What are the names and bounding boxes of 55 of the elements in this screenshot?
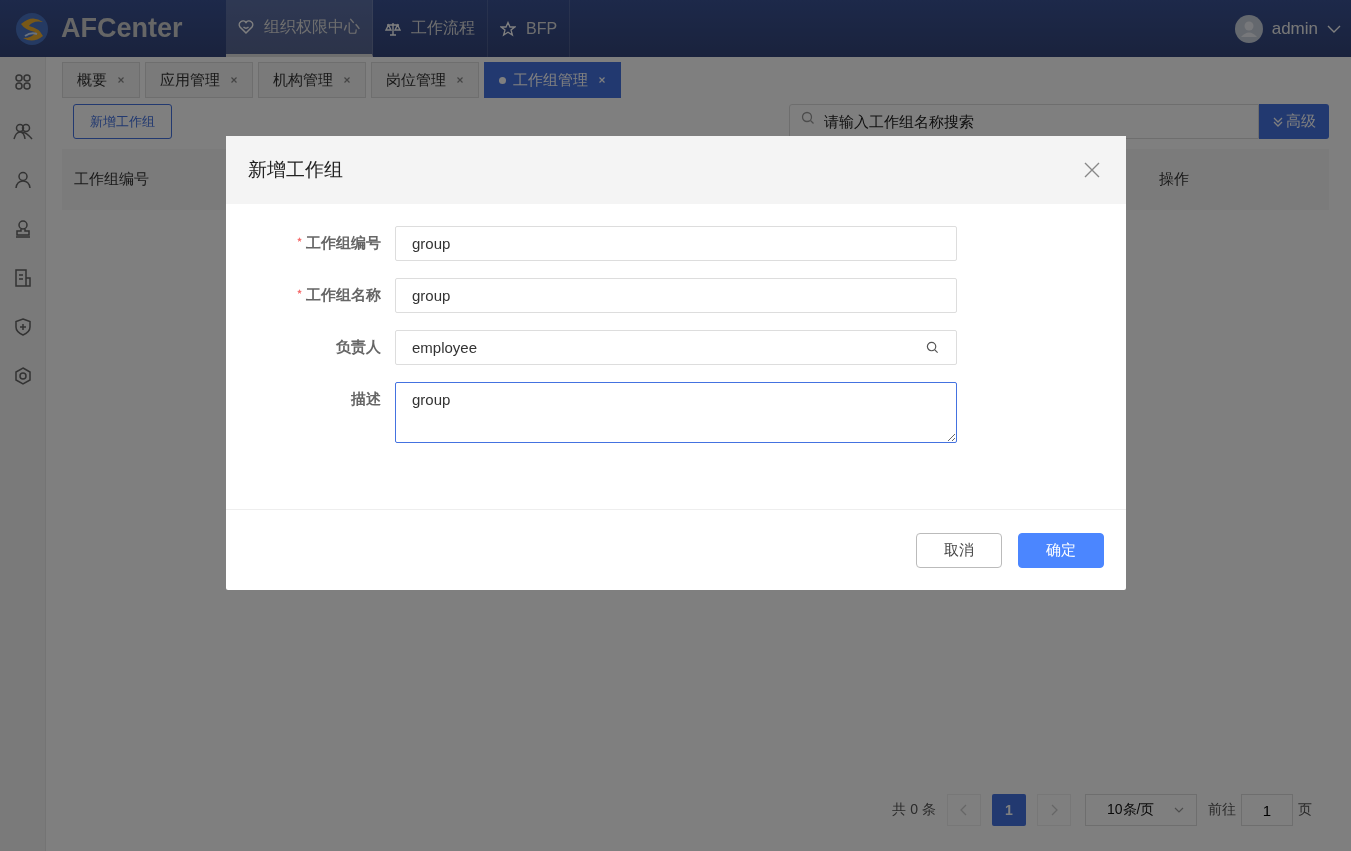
page-input[interactable]: 1: [1241, 794, 1293, 826]
input-field[interactable]: group: [395, 278, 957, 313]
heart-icon: [238, 19, 254, 35]
user-icon[interactable]: [12, 170, 33, 190]
status-dot: [499, 76, 506, 84]
field-label: 工作组名称: [306, 286, 381, 305]
shield-plus-icon[interactable]: [12, 317, 33, 337]
star-icon: [500, 20, 516, 37]
close-icon[interactable]: [1084, 162, 1100, 178]
page-tab[interactable]: 工作组管理: [484, 62, 621, 98]
page-number[interactable]: 1: [992, 794, 1026, 826]
app-name: AFCenter: [61, 13, 183, 44]
advanced-button[interactable]: 高级: [1259, 104, 1329, 139]
total-count: 共 0 条: [892, 801, 936, 819]
close-icon[interactable]: [456, 76, 464, 84]
search-icon: [801, 111, 815, 125]
page-tab[interactable]: 机构管理: [258, 62, 366, 98]
cancel-button[interactable]: 取消: [916, 532, 1002, 568]
search-icon[interactable]: [926, 341, 939, 354]
hexagon-icon[interactable]: [12, 366, 33, 386]
double-chevron-icon: [1272, 116, 1283, 127]
close-icon[interactable]: [230, 76, 238, 84]
input-field[interactable]: employee: [395, 330, 957, 365]
dialog-title: 新增工作组: [248, 158, 343, 182]
avatar-icon: [1234, 14, 1263, 43]
users-icon[interactable]: [12, 121, 33, 141]
field-label: 工作组编号: [306, 234, 381, 253]
document-icon[interactable]: [12, 268, 33, 288]
chevron-left-icon: [960, 804, 968, 816]
column-header: 操作: [1159, 170, 1189, 189]
goto-label: 前往: [1208, 801, 1236, 819]
confirm-button[interactable]: 确定: [1018, 532, 1104, 568]
user-name[interactable]: admin: [1271, 18, 1318, 39]
page-size-select[interactable]: 10条/页: [1085, 794, 1197, 826]
page-tab[interactable]: 岗位管理: [371, 62, 479, 98]
apps-icon[interactable]: [12, 72, 33, 92]
field-label: 负责人: [336, 338, 381, 357]
nav-tab[interactable]: BFP: [488, 0, 571, 57]
column-header: 工作组编号: [74, 170, 149, 189]
text-area[interactable]: group: [395, 382, 957, 443]
page-tab[interactable]: 概要: [62, 62, 140, 98]
chevron-down-icon[interactable]: [1327, 23, 1341, 34]
field-label: 描述: [351, 390, 381, 409]
page-tab[interactable]: 应用管理: [145, 62, 253, 98]
add-group-button[interactable]: 新增工作组: [73, 104, 172, 139]
page-suffix: 页: [1298, 801, 1312, 819]
chevron-down-icon: [1174, 806, 1184, 814]
nav-tab[interactable]: 工作流程: [373, 0, 488, 57]
close-icon[interactable]: [343, 76, 351, 84]
scale-icon: [385, 20, 401, 37]
input-field[interactable]: group: [395, 226, 957, 261]
chevron-right-icon: [1050, 804, 1058, 816]
search-field[interactable]: 请输入工作组名称搜索: [789, 104, 1259, 139]
logo-icon: [15, 11, 49, 46]
close-icon[interactable]: [117, 76, 125, 84]
